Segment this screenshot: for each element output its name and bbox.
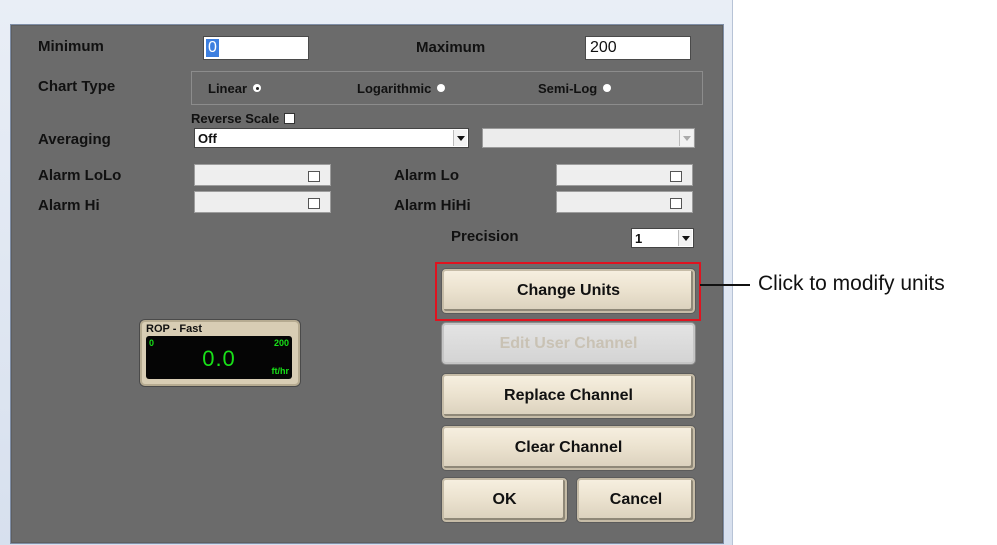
radio-semilog-label: Semi-Log xyxy=(538,81,598,96)
maximum-input[interactable]: 200 xyxy=(585,36,691,60)
minimum-value: 0 xyxy=(206,39,219,57)
alarm-hi-field[interactable] xyxy=(194,191,331,213)
ok-button[interactable]: OK xyxy=(441,477,568,523)
clear-channel-button[interactable]: Clear Channel xyxy=(441,425,696,471)
radio-semilog[interactable]: Semi-Log xyxy=(538,81,612,96)
minimum-label: Minimum xyxy=(38,38,104,55)
radio-semilog-dot[interactable] xyxy=(603,84,612,92)
callout-line xyxy=(700,284,750,286)
replace-channel-button[interactable]: Replace Channel xyxy=(441,373,696,419)
averaging-value: Off xyxy=(198,130,217,146)
averaging-secondary-select xyxy=(482,128,695,148)
alarm-lo-label: Alarm Lo xyxy=(394,167,460,184)
dialog-window: Minimum 0 Maximum 200 Chart Type Linear … xyxy=(0,0,733,545)
averaging-label: Averaging xyxy=(38,131,111,148)
precision-dropdown-arrow-icon[interactable] xyxy=(678,230,692,246)
precision-label: Precision xyxy=(451,228,519,245)
gauge-value: 0.0 xyxy=(202,346,236,371)
radio-logarithmic-dot[interactable] xyxy=(437,84,446,92)
maximum-label: Maximum xyxy=(416,39,486,56)
gauge-unit: ft/hr xyxy=(271,366,290,376)
radio-logarithmic[interactable]: Logarithmic xyxy=(357,81,446,96)
alarm-lolo-label: Alarm LoLo xyxy=(38,167,122,184)
radio-linear-dot[interactable] xyxy=(253,84,262,92)
chart-type-label: Chart Type xyxy=(38,78,116,95)
gauge-display: 0 200 0.0 ft/hr xyxy=(146,336,292,379)
radio-logarithmic-label: Logarithmic xyxy=(357,81,432,96)
precision-select[interactable]: 1 xyxy=(631,228,694,248)
chart-type-group: Linear Logarithmic Semi-Log xyxy=(191,71,703,105)
cancel-button[interactable]: Cancel xyxy=(576,477,696,523)
alarm-hihi-checkbox[interactable] xyxy=(670,198,682,209)
alarm-hihi-field[interactable] xyxy=(556,191,693,213)
minimum-input[interactable]: 0 xyxy=(203,36,309,60)
radio-linear-label: Linear xyxy=(208,81,248,96)
averaging-dropdown-arrow-icon[interactable] xyxy=(453,130,467,146)
edit-user-channel-button: Edit User Channel xyxy=(441,322,696,365)
radio-linear[interactable]: Linear xyxy=(208,81,262,96)
callout-text: Click to modify units xyxy=(758,272,945,295)
precision-value: 1 xyxy=(635,230,643,246)
reverse-scale-label: Reverse Scale xyxy=(191,111,280,126)
alarm-lolo-field[interactable] xyxy=(194,164,331,186)
alarm-lo-field[interactable] xyxy=(556,164,693,186)
channel-gauge: ROP - Fast 0 200 0.0 ft/hr xyxy=(139,319,301,387)
alarm-lo-checkbox[interactable] xyxy=(670,171,682,182)
alarm-hi-label: Alarm Hi xyxy=(38,197,100,214)
gauge-title: ROP - Fast xyxy=(146,323,203,335)
reverse-scale-checkbox[interactable] xyxy=(284,113,296,124)
averaging-select[interactable]: Off xyxy=(194,128,469,148)
change-units-button[interactable]: Change Units xyxy=(441,268,696,314)
settings-panel: Minimum 0 Maximum 200 Chart Type Linear … xyxy=(10,24,724,544)
alarm-hihi-label: Alarm HiHi xyxy=(394,197,471,214)
alarm-hi-checkbox[interactable] xyxy=(308,198,320,209)
reverse-scale[interactable]: Reverse Scale xyxy=(191,111,296,126)
alarm-lolo-checkbox[interactable] xyxy=(308,171,320,182)
averaging-secondary-dropdown-arrow-icon xyxy=(679,130,693,146)
